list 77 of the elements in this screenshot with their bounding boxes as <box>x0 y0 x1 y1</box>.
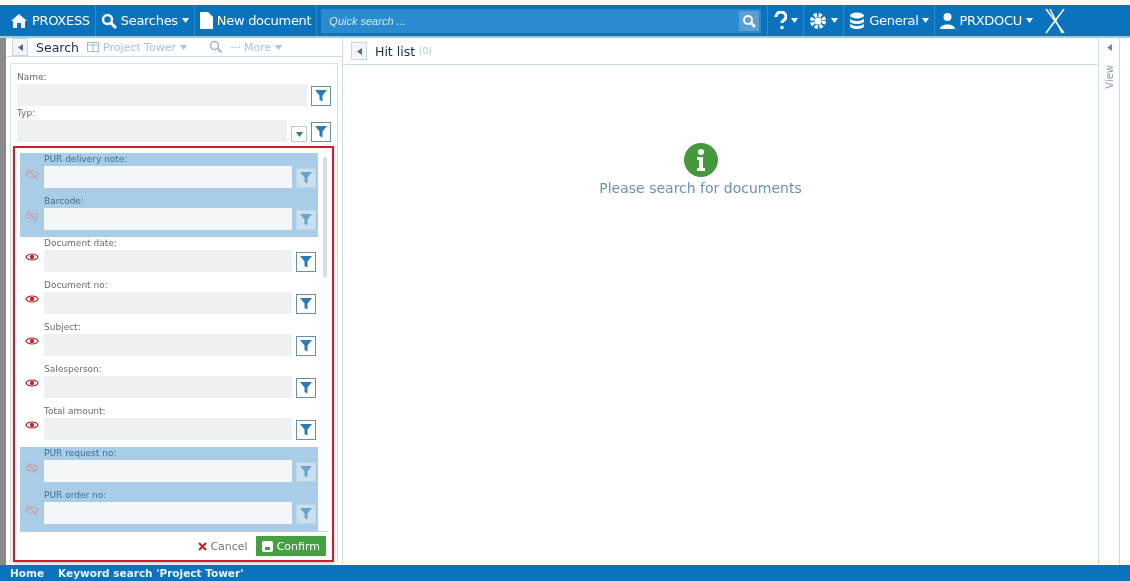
eye-slash-icon[interactable] <box>25 210 39 222</box>
hit-count: (0) <box>419 46 432 56</box>
caret-icon <box>1106 44 1112 51</box>
eye-slash-icon[interactable] <box>25 462 39 474</box>
field-label: PUR request no: <box>44 447 118 460</box>
field-label: Total amount: <box>44 405 107 418</box>
home-button[interactable]: PROXESS <box>0 5 96 36</box>
help-icon <box>773 10 788 31</box>
caret-icon <box>295 131 303 137</box>
caret-icon <box>831 18 839 23</box>
collapse-button[interactable] <box>12 38 28 56</box>
info-icon <box>683 143 718 177</box>
filter-button[interactable] <box>311 122 331 142</box>
eye-slash-icon[interactable] <box>25 168 39 180</box>
filter-button[interactable] <box>296 294 316 314</box>
field-label: Typ: <box>17 107 37 120</box>
quick-search-field[interactable]: Quick search ... <box>321 8 738 33</box>
caret-icon <box>179 44 187 50</box>
filter-button[interactable] <box>296 378 316 398</box>
eye-icon[interactable] <box>25 334 39 347</box>
scrollbar[interactable] <box>323 157 327 277</box>
search-icon <box>100 12 117 29</box>
field-label: Subject: <box>44 321 82 334</box>
close-icon <box>198 541 208 551</box>
hit-list-title: Hit list <box>375 43 416 59</box>
searches-menu[interactable]: Searches <box>95 5 195 36</box>
field-label: Name: <box>17 71 48 84</box>
caret-icon <box>791 18 799 23</box>
field-label: Barcode: <box>44 195 85 208</box>
input-field[interactable] <box>44 502 292 524</box>
collapse-button[interactable] <box>351 42 367 60</box>
save-icon <box>261 540 273 552</box>
search-icon[interactable] <box>208 40 223 54</box>
home-icon <box>10 12 28 29</box>
caret-icon <box>922 18 930 23</box>
caret-icon <box>181 18 189 23</box>
filter-button[interactable] <box>296 252 316 272</box>
filter-button[interactable] <box>296 336 316 356</box>
dots-icon <box>230 45 240 49</box>
caret-icon <box>1026 18 1033 23</box>
home-link[interactable]: Home <box>10 567 45 579</box>
empty-message: Please search for documents <box>599 180 802 196</box>
filter-button[interactable] <box>311 86 331 106</box>
input-field[interactable] <box>44 460 292 482</box>
eye-icon[interactable] <box>25 250 39 263</box>
view-tab[interactable]: View <box>1103 65 1115 89</box>
user-menu[interactable]: PRXDOCU <box>934 5 1038 36</box>
eye-icon[interactable] <box>25 376 39 389</box>
table-icon <box>86 42 99 52</box>
field-label: Salesperson: <box>44 363 103 376</box>
database-menu[interactable]: General <box>843 5 935 36</box>
collapse-button[interactable] <box>1106 44 1112 51</box>
cancel-button[interactable]: Cancel <box>198 539 248 553</box>
eye-icon[interactable] <box>25 292 39 305</box>
caret-icon <box>275 44 283 50</box>
caret-icon <box>356 47 362 55</box>
eye-icon[interactable] <box>25 418 39 431</box>
input-field[interactable] <box>44 208 292 230</box>
caret-icon <box>17 43 23 51</box>
eye-slash-icon[interactable] <box>25 504 39 516</box>
field-label: PUR delivery note: <box>44 153 129 166</box>
new-document-button[interactable]: New document <box>194 5 318 36</box>
user-icon <box>940 12 956 29</box>
filter-button[interactable] <box>296 420 316 440</box>
breadcrumb: Keyword search 'Project Tower' <box>58 567 244 579</box>
dropdown-button[interactable] <box>291 126 307 142</box>
document-icon <box>199 12 213 29</box>
input-field[interactable] <box>44 166 292 188</box>
database-icon <box>849 11 866 30</box>
field-label: PUR order no: <box>44 489 108 502</box>
search-tab-title: Search <box>36 39 79 55</box>
logo-icon <box>1044 7 1066 34</box>
search-icon[interactable] <box>737 8 762 33</box>
settings-icon <box>809 11 828 30</box>
field-label: Document date: <box>44 237 118 250</box>
confirm-button[interactable]: Confirm <box>255 536 326 556</box>
field-label: Document no: <box>44 279 109 292</box>
